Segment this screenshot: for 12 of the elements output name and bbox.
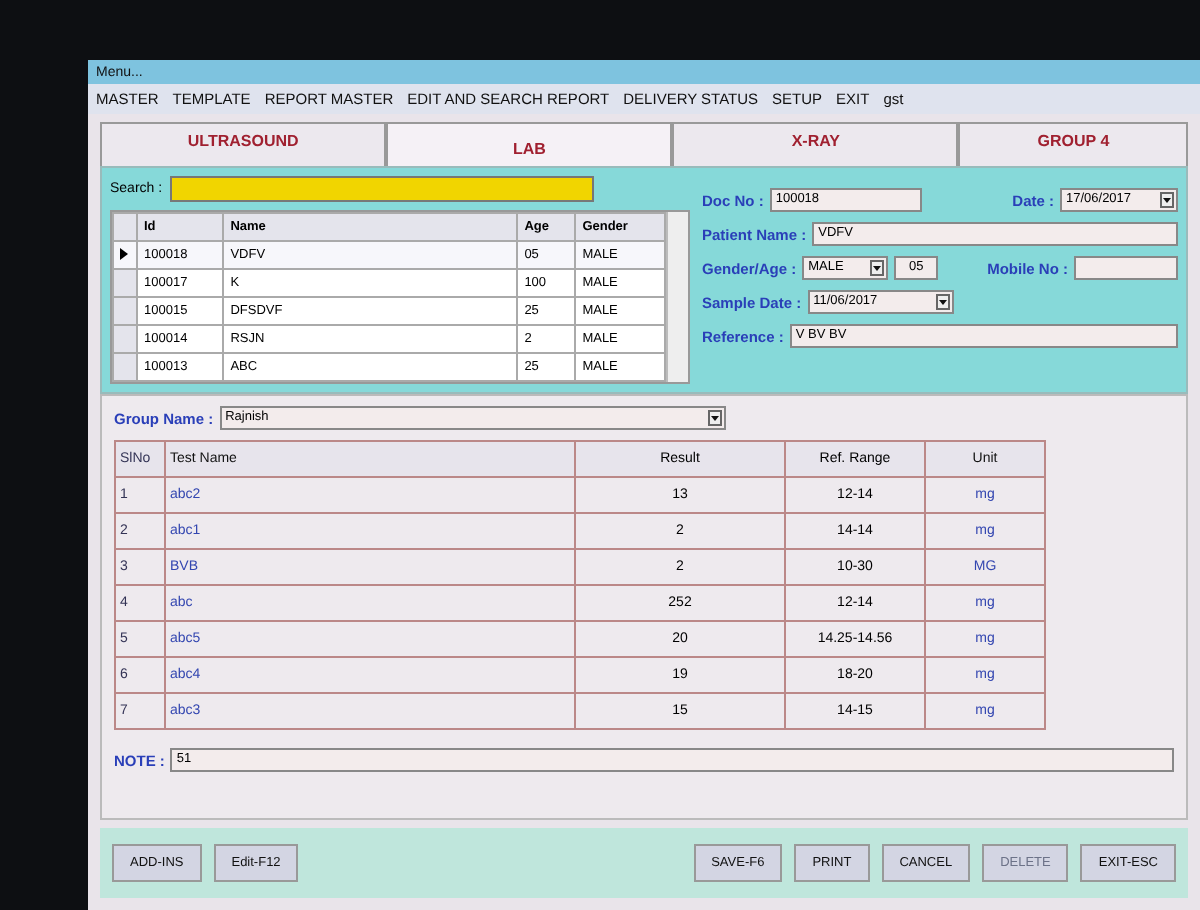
- tab[interactable]: LAB: [386, 122, 673, 166]
- dropdown-arrow-icon[interactable]: [935, 294, 950, 310]
- tab[interactable]: ULTRASOUND: [100, 122, 387, 166]
- input-field[interactable]: [1074, 256, 1178, 280]
- dropdown-arrow-icon[interactable]: [1160, 192, 1174, 208]
- dropdown-arrow-icon[interactable]: [707, 410, 722, 426]
- row-pointer-icon: [120, 247, 128, 259]
- dropdown-arrow-icon[interactable]: [870, 260, 885, 276]
- scrollbar[interactable]: [666, 212, 688, 382]
- search-field[interactable]: [170, 176, 595, 202]
- tab[interactable]: GROUP 4: [958, 122, 1188, 166]
- tab[interactable]: X-RAY: [672, 122, 959, 166]
